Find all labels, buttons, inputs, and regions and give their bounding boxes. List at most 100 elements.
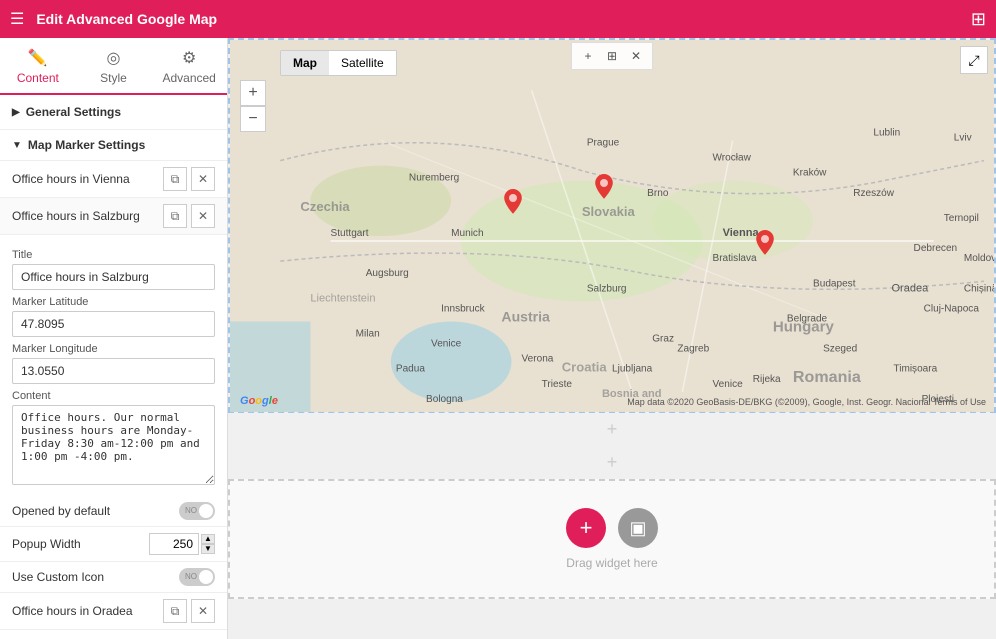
add-row-1[interactable]: +	[228, 413, 996, 446]
svg-text:Bratislava: Bratislava	[713, 253, 758, 264]
popup-width-input[interactable]	[149, 533, 199, 555]
top-bar: ☰ Edit Advanced Google Map ⊞	[0, 0, 996, 38]
tab-style-label: Style	[100, 71, 127, 85]
svg-text:Croatia: Croatia	[562, 360, 608, 375]
svg-text:Ljubljana: Ljubljana	[612, 364, 653, 375]
marker-oradea-delete-btn[interactable]: ✕	[191, 599, 215, 623]
map-toolbar-inner: + ⊞ ✕	[571, 42, 653, 70]
title-input[interactable]	[12, 264, 215, 290]
svg-text:Trieste: Trieste	[542, 379, 573, 390]
svg-text:Rzeszów: Rzeszów	[853, 188, 895, 199]
svg-text:Liechtenstein: Liechtenstein	[310, 292, 375, 304]
pin-vienna[interactable]	[592, 174, 616, 209]
marker-salzburg-label: Office hours in Salzburg	[12, 209, 159, 223]
map-toolbar: + ⊞ ✕	[230, 40, 994, 70]
svg-text:Ternopil: Ternopil	[944, 213, 979, 224]
toolbar-grid-btn[interactable]: ⊞	[602, 46, 622, 66]
widget-drop-area: + ▣ Drag widget here	[228, 479, 996, 599]
popup-width-spinner[interactable]: ▲ ▼	[201, 534, 215, 554]
svg-text:Lublin: Lublin	[873, 127, 900, 138]
general-settings-label: General Settings	[26, 105, 121, 119]
opened-toggle[interactable]: NO	[179, 502, 215, 520]
add-row-2[interactable]: +	[228, 446, 996, 479]
svg-text:Prague: Prague	[587, 138, 620, 149]
svg-text:Salzburg: Salzburg	[587, 283, 627, 294]
add-row-1-icon: +	[607, 419, 618, 440]
custom-icon-label: Use Custom Icon	[12, 570, 179, 584]
lat-input[interactable]	[12, 311, 215, 337]
map-frame: Map Satellite + − ⤢	[230, 40, 994, 415]
svg-text:Chișinău: Chișinău	[964, 283, 994, 294]
custom-icon-toggle[interactable]: NO	[179, 568, 215, 586]
svg-text:Nuremberg: Nuremberg	[409, 173, 459, 184]
spinner-down[interactable]: ▼	[201, 544, 215, 554]
add-widget-fab[interactable]: +	[566, 508, 606, 548]
tab-content-label: Content	[17, 71, 59, 85]
widget-icon-fab[interactable]: ▣	[618, 508, 658, 548]
zoom-out-btn[interactable]: −	[240, 106, 266, 132]
svg-text:Czechia: Czechia	[300, 199, 350, 214]
marker-vienna-copy-btn[interactable]: ⧉	[163, 167, 187, 191]
marker-vienna-delete-btn[interactable]: ✕	[191, 167, 215, 191]
lng-input[interactable]	[12, 358, 215, 384]
svg-text:Debrecen: Debrecen	[914, 243, 958, 254]
map-section: + ⊞ ✕ Map Satellite + − ⤢	[228, 38, 996, 413]
marker-form: Title Marker Latitude Marker Longitude C…	[0, 235, 227, 496]
opened-label: Opened by default	[12, 504, 179, 518]
google-logo: Google	[240, 395, 278, 407]
right-content: + ⊞ ✕ Map Satellite + − ⤢	[228, 38, 996, 639]
pin-salzburg[interactable]	[501, 189, 525, 224]
title-label: Title	[12, 249, 215, 261]
svg-text:Austria: Austria	[501, 308, 550, 324]
marker-row-oradea: Office hours in Oradea ⧉ ✕	[0, 593, 227, 630]
drag-widget-text: Drag widget here	[566, 556, 657, 570]
svg-text:Moldova: Moldova	[964, 253, 994, 264]
svg-text:Belgrade: Belgrade	[787, 313, 828, 324]
marker-vienna-label: Office hours in Vienna	[12, 172, 159, 186]
hamburger-icon[interactable]: ☰	[10, 9, 24, 29]
tab-style[interactable]: ◎ Style	[76, 38, 152, 93]
zoom-in-btn[interactable]: +	[240, 80, 266, 106]
svg-text:Zagreb: Zagreb	[677, 344, 709, 355]
tab-advanced[interactable]: ⚙ Advanced	[151, 38, 227, 93]
page-title: Edit Advanced Google Map	[36, 11, 971, 27]
marker-row-salzburg: Office hours in Salzburg ⧉ ✕	[0, 198, 227, 235]
spinner-up[interactable]: ▲	[201, 534, 215, 544]
popup-width-row: Popup Width ▲ ▼	[0, 527, 227, 562]
svg-text:Budapest: Budapest	[813, 278, 856, 289]
content-label: Content	[12, 390, 215, 402]
marker-salzburg-delete-btn[interactable]: ✕	[191, 204, 215, 228]
svg-text:Stuttgart: Stuttgart	[331, 228, 369, 239]
map-credits: Map data ©2020 GeoBasis-DE/BKG (©2009), …	[627, 397, 986, 407]
svg-text:Timișoara: Timișoara	[893, 364, 937, 375]
toolbar-close-btn[interactable]: ✕	[626, 46, 646, 66]
advanced-icon: ⚙	[182, 48, 196, 68]
svg-text:Verona: Verona	[522, 354, 554, 365]
svg-text:Augsburg: Augsburg	[366, 268, 409, 279]
sidebar: ✏️ Content ◎ Style ⚙ Advanced ▶ General …	[0, 38, 228, 639]
map-marker-settings-header[interactable]: ▼ Map Marker Settings	[0, 130, 227, 161]
marker-row-vienna: Office hours in Vienna ⧉ ✕	[0, 161, 227, 198]
svg-text:Rijeka: Rijeka	[753, 374, 781, 385]
svg-text:Oradea: Oradea	[891, 282, 929, 294]
content-textarea[interactable]: Office hours. Our normal business hours …	[12, 405, 215, 485]
marker-salzburg-copy-btn[interactable]: ⧉	[163, 204, 187, 228]
svg-text:Szeged: Szeged	[823, 344, 857, 355]
sidebar-tabs: ✏️ Content ◎ Style ⚙ Advanced	[0, 38, 227, 95]
opened-toggle-text: NO	[185, 504, 197, 518]
marker-oradea-label: Office hours in Oradea	[12, 604, 159, 618]
pin-oradea[interactable]	[753, 230, 777, 265]
svg-text:Venice: Venice	[713, 379, 744, 390]
svg-text:Milan: Milan	[356, 329, 380, 340]
map-edit-icon[interactable]: ⤢	[960, 46, 988, 74]
marker-oradea-copy-btn[interactable]: ⧉	[163, 599, 187, 623]
tab-content[interactable]: ✏️ Content	[0, 38, 76, 95]
svg-text:Wrocław: Wrocław	[713, 153, 752, 164]
grid-icon[interactable]: ⊞	[971, 9, 986, 30]
lat-label: Marker Latitude	[12, 296, 215, 308]
toolbar-add-btn[interactable]: +	[578, 46, 598, 66]
main-layout: ✏️ Content ◎ Style ⚙ Advanced ▶ General …	[0, 38, 996, 639]
svg-text:Venice: Venice	[431, 339, 462, 350]
general-settings-header[interactable]: ▶ General Settings	[0, 95, 227, 130]
svg-text:Padua: Padua	[396, 364, 425, 375]
